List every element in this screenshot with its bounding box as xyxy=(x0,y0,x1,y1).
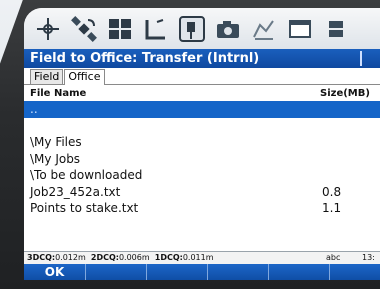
softkey-3[interactable] xyxy=(147,264,208,280)
input-mode-indicator[interactable]: abc xyxy=(326,252,340,264)
status-1dcq-label: 1DCQ: xyxy=(154,253,183,262)
list-item-empty xyxy=(24,118,380,135)
list-item-my-jobs[interactable]: \My Jobs xyxy=(24,151,380,168)
tab-field[interactable]: Field xyxy=(30,69,64,84)
column-header-file-name[interactable]: File Name xyxy=(30,88,86,99)
satellite-icon[interactable] xyxy=(66,12,102,46)
list-item-my-files[interactable]: \My Files xyxy=(24,134,380,151)
file-list-header: File Name Size(MB) xyxy=(24,85,380,101)
list-item-parent-folder[interactable]: .. xyxy=(24,101,380,118)
status-3dcq-value: 0.012m xyxy=(55,253,86,262)
window-icon[interactable] xyxy=(282,12,318,46)
file-list: .. \My Files \My Jobs \To be downloaded … xyxy=(24,101,380,217)
softkey-2[interactable] xyxy=(86,264,147,280)
status-time: 13: xyxy=(362,253,375,262)
file-name: .. xyxy=(30,102,38,116)
softkey-bar: OK xyxy=(24,264,380,280)
file-name: \My Jobs xyxy=(30,151,81,166)
keypad-icon[interactable] xyxy=(102,12,138,46)
softkey-4[interactable] xyxy=(208,264,269,280)
device-screen: Field to Office: Transfer (Intrnl) Field… xyxy=(24,8,380,280)
file-size: 1.1 xyxy=(322,201,342,215)
status-bar: 3DCQ:0.012m 2DCQ:0.006m 1DCQ:0.011m abc … xyxy=(24,251,380,264)
crosshair-icon[interactable] xyxy=(30,12,66,46)
title-divider xyxy=(360,51,362,66)
file-name: \My Files xyxy=(30,135,82,149)
status-1dcq-value: 0.011m xyxy=(182,253,214,262)
tab-strip: Field Office xyxy=(24,68,380,85)
list-item-points-file[interactable]: Points to stake.txt 1.1 xyxy=(24,200,380,217)
window-title: Field to Office: Transfer (Intrnl) xyxy=(30,51,260,66)
level-icon[interactable] xyxy=(138,12,174,46)
list-item-to-be-downloaded[interactable]: \To be downloaded xyxy=(24,167,380,184)
list-item-job-file[interactable]: Job23_452a.txt 0.8 xyxy=(24,184,380,201)
softkey-5[interactable] xyxy=(269,264,330,280)
camera-icon[interactable] xyxy=(210,12,246,46)
extra-icon[interactable] xyxy=(318,12,354,46)
survey-instrument-icon[interactable] xyxy=(174,12,210,46)
file-name: Points to stake.txt xyxy=(30,201,139,215)
map-edit-icon[interactable] xyxy=(246,12,282,46)
file-name: Job23_452a.txt xyxy=(30,184,121,199)
window-title-bar: Field to Office: Transfer (Intrnl) xyxy=(24,49,380,68)
tab-office[interactable]: Office xyxy=(64,69,105,85)
status-2dcq-value: 0.006m xyxy=(118,253,150,262)
ok-button[interactable]: OK xyxy=(24,264,86,280)
status-3dcq-label: 3DCQ: xyxy=(27,253,56,262)
column-header-size[interactable]: Size(MB) xyxy=(320,88,370,99)
softkey-6[interactable] xyxy=(330,264,380,280)
toolbar xyxy=(24,8,380,49)
status-2dcq-label: 2DCQ: xyxy=(90,253,119,262)
file-name: \To be downloaded xyxy=(30,168,143,182)
file-size: 0.8 xyxy=(322,184,342,199)
